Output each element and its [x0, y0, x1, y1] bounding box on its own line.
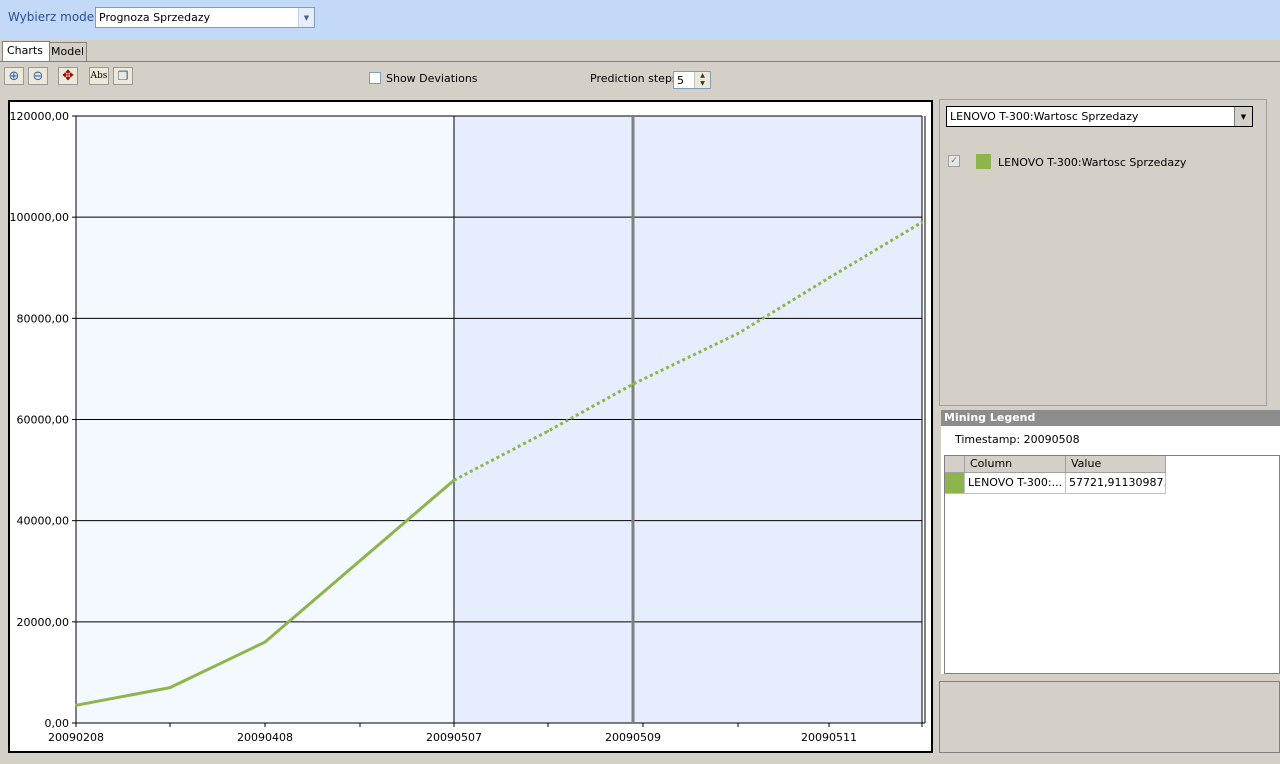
x-tick-label: 20090507 [426, 731, 482, 744]
zoom-in-button[interactable]: ⊕ [4, 67, 24, 85]
show-deviations-checkbox[interactable] [369, 72, 381, 84]
zoom-out-icon: ⊖ [32, 68, 44, 84]
legend-item-checkbox[interactable]: ✓ [948, 155, 960, 167]
zoom-in-icon: ⊕ [8, 68, 20, 84]
zoom-out-button[interactable]: ⊖ [28, 67, 48, 85]
model-select-value: Prognoza Sprzedazy [99, 11, 211, 24]
y-tick-label: 80000,00 [17, 312, 70, 325]
chart-svg[interactable]: 0,00 20000,00 40000,00 60000,00 80000,00 1000… [10, 102, 931, 751]
abs-icon: Abs [90, 71, 108, 81]
y-tick-label: 40000,00 [17, 515, 70, 528]
panel-scroll-indicator [1274, 60, 1280, 70]
data-point [736, 332, 740, 335]
tab-charts[interactable]: Charts [2, 41, 50, 61]
model-select[interactable]: Prognoza Sprzedazy ▼ [95, 7, 315, 28]
x-tick-label: 20090208 [48, 731, 104, 744]
legend-color-swatch [976, 154, 991, 169]
data-point [631, 382, 635, 386]
series-select-value: LENOVO T-300:Wartosc Sprzedazy [950, 110, 1139, 123]
expand-arrows-icon: ✥ [62, 68, 74, 84]
mining-legend-timestamp: Timestamp: 20090508 [955, 433, 1080, 446]
header-bar: Wybierz model Prognoza Sprzedazy ▼ [0, 0, 1280, 40]
chart-area[interactable]: 0,00 20000,00 40000,00 60000,00 80000,00 1000… [8, 100, 933, 753]
prediction-steps-input[interactable]: 5 ▲ ▼ [673, 71, 711, 89]
data-point [546, 429, 550, 433]
data-point [920, 221, 924, 224]
show-deviations-label: Show Deviations [386, 72, 478, 85]
grid-header-column[interactable]: Column [965, 456, 1066, 473]
y-tick-label: 60000,00 [17, 414, 70, 427]
model-label: Wybierz model [8, 10, 98, 24]
reset-zoom-button[interactable]: ✥ [58, 67, 78, 85]
prediction-steps-value: 5 [677, 74, 684, 87]
chevron-down-icon[interactable]: ▼ [1234, 107, 1252, 126]
legend-item-label: LENOVO T-300:Wartosc Sprzedazy [998, 156, 1187, 169]
data-point [827, 276, 831, 280]
chevron-down-icon[interactable]: ▼ [298, 8, 314, 27]
prediction-steps-label: Prediction steps [590, 72, 678, 85]
grid-header-corner [945, 456, 965, 473]
tab-divider [0, 61, 1280, 62]
copy-icon: ❐ [117, 69, 129, 83]
mining-legend-title: Mining Legend [941, 410, 1280, 426]
y-tick-label: 20000,00 [17, 616, 70, 629]
grid-cell-value[interactable]: 57721,91130987... [1066, 473, 1166, 494]
data-point [263, 640, 267, 644]
grid-cell-column[interactable]: LENOVO T-300:... [965, 473, 1066, 494]
x-tick-label: 20090408 [237, 731, 293, 744]
data-point [74, 704, 78, 707]
spinner-arrows-icon[interactable]: ▲ ▼ [694, 72, 710, 88]
grid-header-value[interactable]: Value [1066, 456, 1166, 473]
tab-model[interactable]: Model [46, 42, 87, 61]
copy-button[interactable]: ❐ [113, 67, 133, 85]
series-select[interactable]: LENOVO T-300:Wartosc Sprzedazy ▼ [946, 106, 1253, 127]
abs-button[interactable]: Abs [89, 67, 109, 85]
data-point [452, 479, 456, 482]
series-panel [939, 99, 1267, 406]
y-tick-label: 0,00 [45, 717, 70, 730]
x-tick-label: 20090509 [605, 731, 661, 744]
details-panel [939, 681, 1280, 753]
data-point [168, 686, 172, 689]
x-tick-label: 20090511 [801, 731, 857, 744]
y-tick-label: 120000,00 [10, 110, 69, 123]
grid-row-color [945, 473, 965, 494]
y-tick-label: 100000,00 [10, 211, 69, 224]
